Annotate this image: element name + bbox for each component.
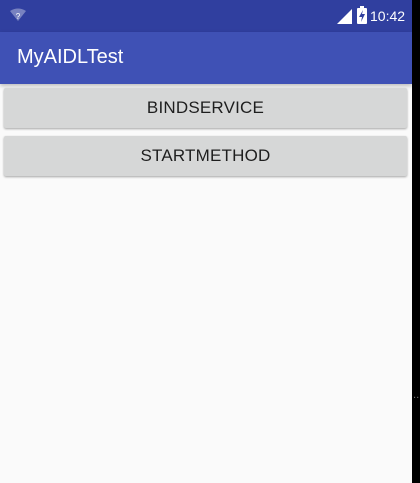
app-title: MyAIDLTest xyxy=(17,46,124,68)
bind-service-button[interactable]: BINDSERVICE xyxy=(4,88,407,128)
signal-icon xyxy=(337,9,352,24)
battery-charging-icon xyxy=(357,6,367,24)
wifi-icon: ? xyxy=(10,8,26,21)
app-bar: MyAIDLTest xyxy=(0,32,412,84)
svg-text:?: ? xyxy=(16,12,21,21)
status-bar: ? 10:42 xyxy=(0,0,412,32)
device-screen: ? 10:42 MyAIDLTest BINDSERVICE STARTMETH… xyxy=(0,0,412,483)
more-dots-icon: ·· xyxy=(413,393,420,404)
window-edge xyxy=(412,0,420,483)
start-method-button[interactable]: STARTMETHOD xyxy=(4,136,407,176)
main-content: BINDSERVICE STARTMETHOD xyxy=(0,84,412,483)
clock-time: 10:42 xyxy=(370,8,406,24)
